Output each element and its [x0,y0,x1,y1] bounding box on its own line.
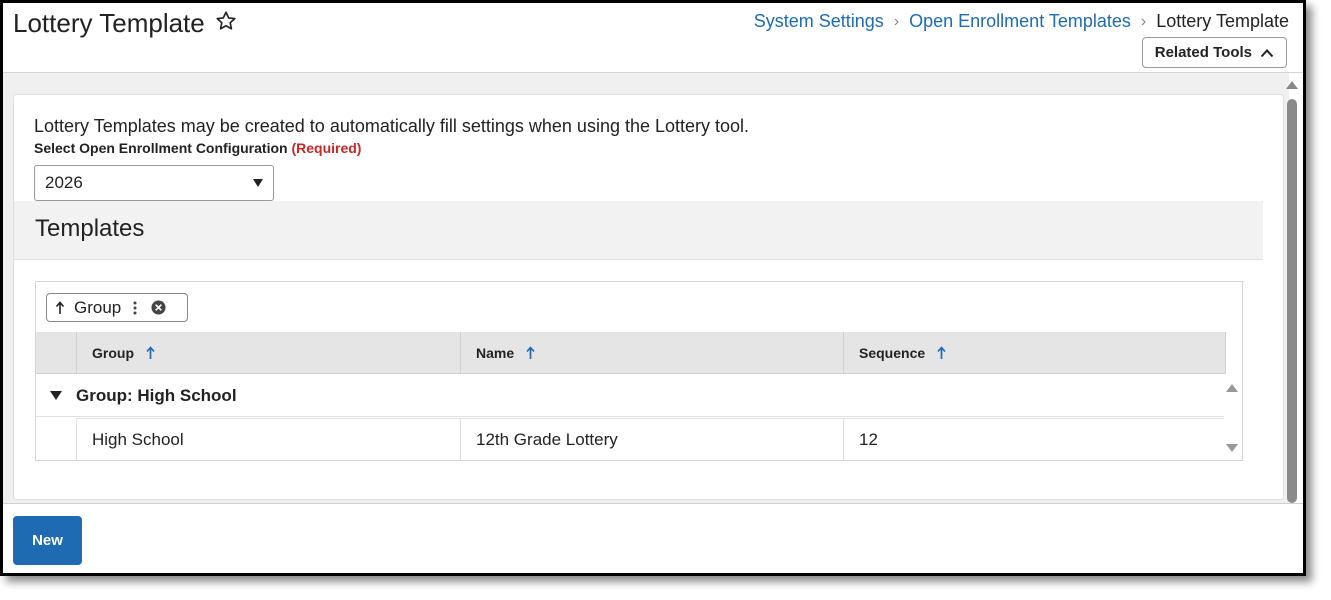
scrollbar-thumb[interactable] [1287,99,1297,503]
page-title: Lottery Template [13,8,205,38]
templates-section-header: Templates [14,201,1263,260]
kebab-menu-icon[interactable] [133,301,137,315]
group-row-label: Group: High School [76,385,237,405]
group-by-chip[interactable]: Group [46,293,188,322]
scroll-up-icon[interactable] [1286,81,1298,89]
column-header-label: Sequence [859,345,926,361]
page-header: Lottery Template System Settings › Open … [3,3,1303,73]
configuration-select[interactable]: 2026 [34,165,274,201]
column-header-label: Name [476,345,515,361]
select-label: Select Open Enrollment Configuration (Re… [34,140,361,156]
templates-grid: Group Group Name Sequence Group: High Sc… [35,281,1243,461]
column-header-group[interactable]: Group [76,332,460,374]
new-button[interactable]: New [13,516,82,565]
related-tools-button[interactable]: Related Tools [1141,37,1287,68]
select-label-text: Select Open Enrollment Configuration [34,140,288,156]
related-tools-label: Related Tools [1154,44,1252,61]
sort-ascending-icon [937,346,946,359]
scroll-down-icon[interactable] [1226,444,1238,452]
action-bar: New [3,503,1303,573]
chevron-right-icon: › [893,12,900,30]
column-header-sequence[interactable]: Sequence [843,332,1226,374]
sort-ascending-icon [146,346,155,359]
breadcrumb-system-settings[interactable]: System Settings [754,11,884,32]
templates-title: Templates [35,215,145,242]
chevron-right-icon: › [1140,12,1147,30]
caret-down-icon [253,179,263,187]
close-circle-icon[interactable] [151,300,166,315]
group-row-high-school[interactable]: Group: High School [36,375,1224,417]
cell-name: 12th Grade Lottery [460,419,843,461]
column-header-name[interactable]: Name [460,332,843,374]
breadcrumb-current: Lottery Template [1156,11,1289,31]
cell-sequence: 12 [843,419,1224,461]
sort-ascending-icon [526,346,535,359]
main-scrollbar[interactable] [1285,81,1299,503]
column-header-label: Group [92,345,134,361]
intro-text: Lottery Templates may be created to auto… [34,116,750,136]
breadcrumb-open-enrollment-templates[interactable]: Open Enrollment Templates [909,11,1131,32]
cell-group: High School [76,419,460,461]
scroll-up-icon[interactable] [1226,384,1238,392]
group-chip-label: Group [74,297,122,317]
grid-header-row: Group Name Sequence [36,332,1226,374]
star-outline-icon[interactable] [215,10,237,32]
chevron-up-icon [1260,48,1274,57]
configuration-select-value: 2026 [45,173,83,192]
caret-down-icon[interactable] [50,391,62,400]
app-window: Lottery Template System Settings › Open … [0,0,1306,576]
breadcrumb: System Settings › Open Enrollment Templa… [754,11,1289,32]
required-marker: (Required) [291,140,362,156]
table-row[interactable]: High School 12th Grade Lottery 12 [76,418,1224,461]
arrow-up-icon [55,300,65,314]
